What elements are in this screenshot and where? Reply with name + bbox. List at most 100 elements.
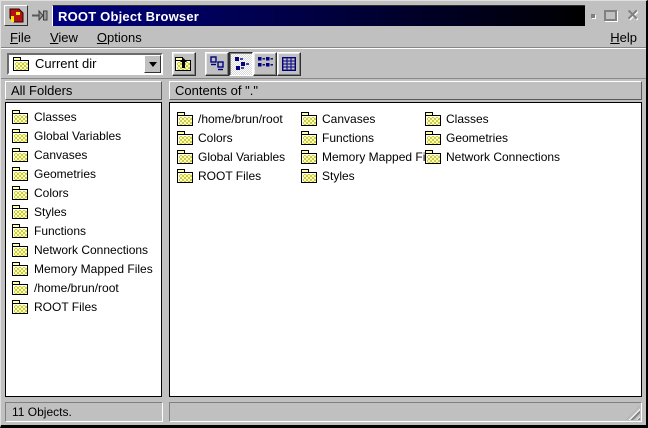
folder-icon (177, 131, 194, 145)
tree-item[interactable]: /home/brun/root (6, 278, 161, 297)
contents-list[interactable]: /home/brun/root Colors Global Variables ROO… (169, 102, 642, 397)
tree-item[interactable]: Geometries (6, 164, 161, 183)
menu-bar: File View Options Help (1, 27, 646, 48)
folders-panel: All Folders Classes Global Variables Canva… (5, 81, 162, 397)
status-objects-label: 11 Objects. (12, 405, 72, 419)
directory-combobox[interactable]: Current dir (7, 53, 163, 75)
folder-icon (12, 186, 29, 200)
tree-item[interactable]: ROOT Files (6, 297, 161, 316)
resize-grip-icon[interactable] (626, 406, 640, 420)
tree-item-label: Geometries (34, 167, 96, 181)
content-item[interactable]: Styles (301, 166, 425, 185)
tree-item-label: Global Variables (34, 129, 121, 143)
content-item-label: Classes (446, 112, 489, 126)
content-item[interactable]: /home/brun/root (177, 109, 301, 128)
contents-column: Classes Geometries Network Connections (425, 109, 549, 185)
menu-options[interactable]: Options (97, 30, 142, 45)
content-item[interactable]: Memory Mapped Files (301, 147, 425, 166)
tree-item-label: ROOT Files (34, 300, 97, 314)
tree-item-label: Network Connections (34, 243, 148, 257)
tree-item[interactable]: Functions (6, 221, 161, 240)
tree-item[interactable]: Network Connections (6, 240, 161, 259)
tree-item[interactable]: Colors (6, 183, 161, 202)
maximize-square-icon[interactable] (604, 10, 617, 21)
folder-icon (12, 148, 29, 162)
tree-item[interactable]: Memory Mapped Files (6, 259, 161, 278)
minimize-dot-icon[interactable] (591, 14, 595, 18)
content-item-label: Colors (198, 131, 233, 145)
close-x-icon[interactable]: ✕ (626, 8, 639, 23)
folder-up-icon (175, 56, 193, 71)
folder-icon (12, 129, 29, 143)
content-item-label: ROOT Files (198, 169, 261, 183)
tree-item[interactable]: Classes (6, 107, 161, 126)
folder-icon (12, 110, 29, 124)
combobox-dropdown-button[interactable] (144, 55, 161, 73)
tree-item-label: /home/brun/root (34, 281, 119, 295)
root-object-browser-window: ROOT Object Browser ✕ File View Options … (0, 0, 648, 428)
root-logo-icon (8, 8, 24, 23)
small-icons-view-button[interactable] (229, 52, 253, 76)
content-item[interactable]: Network Connections (425, 147, 549, 166)
list-view-icon (257, 56, 273, 71)
content-item[interactable]: Canvases (301, 109, 425, 128)
folder-icon (13, 57, 30, 71)
status-message-area (169, 402, 642, 422)
content-item[interactable]: Geometries (425, 128, 549, 147)
content-item[interactable]: Global Variables (177, 147, 301, 166)
folder-tree-list[interactable]: Classes Global Variables Canvases Geometrie… (5, 102, 162, 397)
folder-icon (301, 150, 318, 164)
folder-icon (177, 150, 194, 164)
folder-icon (177, 112, 194, 126)
folder-icon (12, 300, 29, 314)
title-row: ROOT Object Browser ✕ (1, 1, 646, 27)
content-item-label: Global Variables (198, 150, 285, 164)
contents-panel-header: Contents of "." (169, 81, 642, 100)
tree-item-label: Colors (34, 186, 69, 200)
list-view-button[interactable] (253, 52, 277, 76)
content-item[interactable]: Colors (177, 128, 301, 147)
up-one-level-button[interactable] (172, 52, 196, 76)
contents-panel: Contents of "." /home/brun/root Colors Glo… (169, 81, 642, 397)
folder-icon (301, 169, 318, 183)
app-menu-button[interactable] (4, 5, 28, 26)
window-pin-button[interactable] (30, 5, 50, 26)
tree-item[interactable]: Canvases (6, 145, 161, 164)
contents-column: /home/brun/root Colors Global Variables ROO… (177, 109, 301, 185)
details-view-button[interactable] (277, 52, 301, 76)
folder-icon (12, 243, 29, 257)
tree-item[interactable]: Styles (6, 202, 161, 221)
content-item-label: Styles (322, 169, 355, 183)
status-objects: 11 Objects. (5, 402, 163, 422)
menu-file[interactable]: File (10, 30, 31, 45)
folders-panel-title: All Folders (11, 83, 72, 98)
content-item-label: Memory Mapped Files (322, 150, 441, 164)
folder-icon (301, 131, 318, 145)
tree-item-label: Functions (34, 224, 86, 238)
folder-icon (301, 112, 318, 126)
content-item-label: Network Connections (446, 150, 560, 164)
details-view-icon (282, 57, 296, 71)
large-icons-view-button[interactable] (205, 52, 229, 76)
content-item[interactable]: Functions (301, 128, 425, 147)
contents-column: Canvases Functions Memory Mapped Files Styl… (301, 109, 425, 185)
main-area: All Folders Classes Global Variables Canva… (5, 81, 642, 397)
titlebar[interactable]: ROOT Object Browser (52, 5, 585, 26)
toolbar: Current dir (1, 48, 646, 79)
content-item-label: /home/brun/root (198, 112, 283, 126)
content-item-label: Geometries (446, 131, 508, 145)
folder-icon (12, 167, 29, 181)
small-icons-icon (234, 56, 249, 71)
menu-help[interactable]: Help (610, 30, 637, 45)
folder-icon (425, 131, 442, 145)
directory-combobox-value: Current dir (35, 56, 96, 71)
contents-panel-title: Contents of "." (175, 83, 258, 98)
tree-item[interactable]: Global Variables (6, 126, 161, 145)
content-item[interactable]: ROOT Files (177, 166, 301, 185)
folder-icon (12, 205, 29, 219)
content-item-label: Canvases (322, 112, 375, 126)
window-controls: ✕ (591, 8, 642, 23)
content-item[interactable]: Classes (425, 109, 549, 128)
content-item-label: Functions (322, 131, 374, 145)
menu-view[interactable]: View (50, 30, 78, 45)
